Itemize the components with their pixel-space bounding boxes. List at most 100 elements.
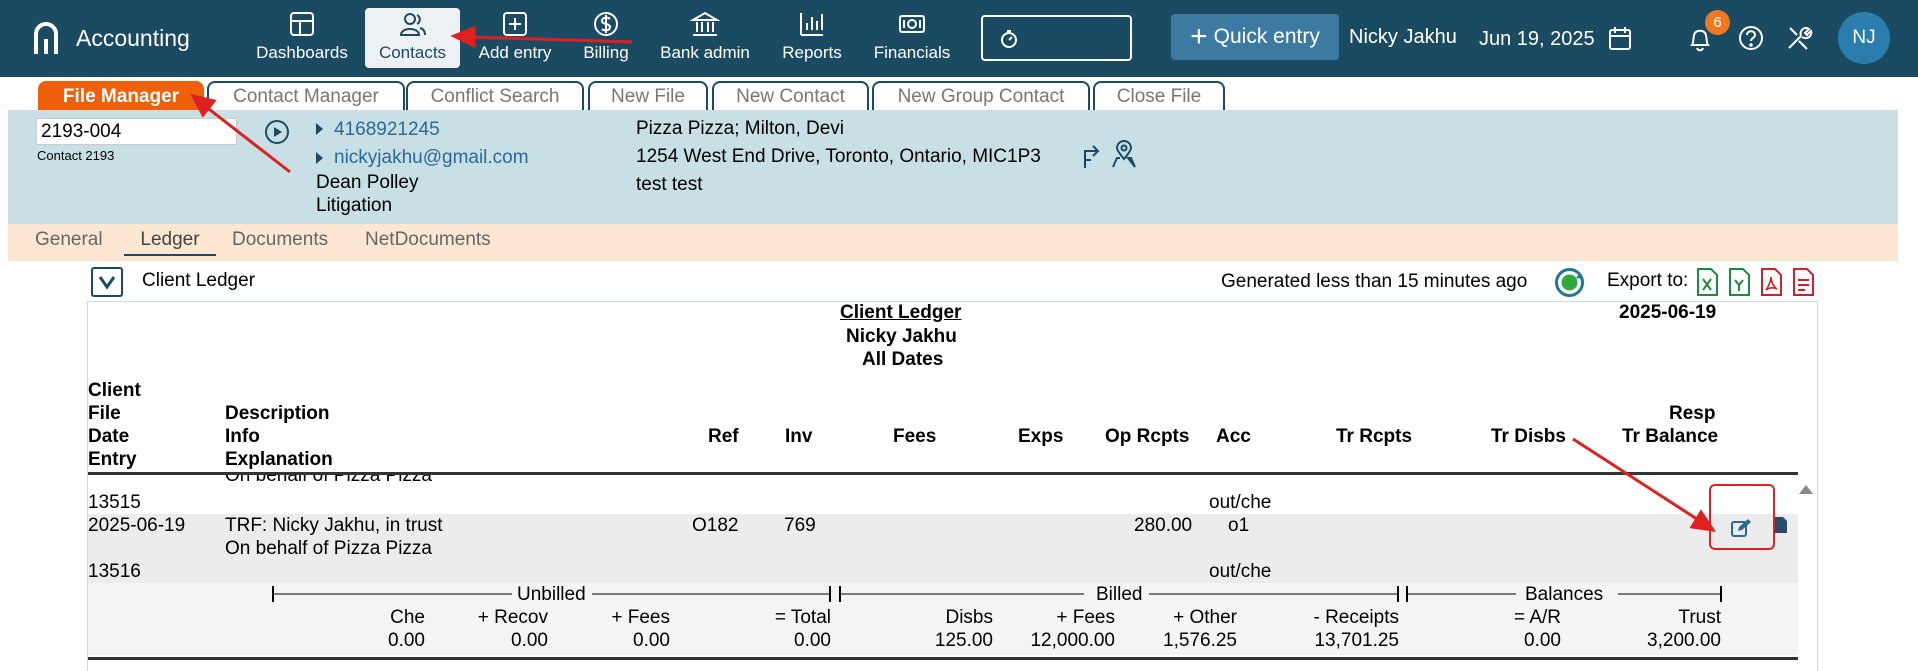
app-title: Accounting: [76, 24, 190, 51]
phone-link[interactable]: 4168921245: [334, 119, 440, 141]
dashboard-icon: [290, 12, 314, 36]
pdf-export-icon[interactable]: [1760, 268, 1783, 296]
excel-export-icon[interactable]: [1696, 268, 1719, 296]
nav-financials[interactable]: Financials: [868, 8, 956, 68]
col-header-fees: Fees: [893, 426, 937, 447]
summary-value-trust: 3,200.00: [1647, 630, 1721, 651]
summary-label-che: Che: [390, 607, 425, 628]
subtab-netdocuments[interactable]: NetDocuments: [365, 229, 491, 254]
summary-label-receipts: - Receipts: [1313, 607, 1399, 628]
row-ref: O182: [692, 515, 739, 536]
col-header-tr-rcpts: Tr Rcpts: [1336, 426, 1413, 447]
summary-label-ar: = A/R: [1514, 607, 1561, 628]
summary-label-other: + Other: [1173, 607, 1237, 628]
scroll-up-icon[interactable]: [1799, 485, 1813, 494]
current-date[interactable]: Jun 19, 2025: [1479, 28, 1595, 51]
collapse-toggle[interactable]: [91, 267, 123, 297]
summary-value-unbilled-fees: 0.00: [633, 630, 670, 651]
client-address: 1254 West End Drive, Toronto, Ontario, M…: [636, 146, 1041, 167]
report-client-name: Nicky Jakhu: [846, 326, 957, 347]
nav-add-entry[interactable]: Add entry: [474, 8, 556, 68]
subtab-ledger[interactable]: Ledger: [124, 229, 216, 256]
nav-bank-admin[interactable]: Bank admin: [655, 8, 755, 68]
col-header-tr-balance: Tr Balance: [1622, 426, 1719, 447]
row-entry: 13516: [88, 561, 141, 582]
summary-value-disbs: 125.00: [934, 630, 993, 651]
summary-label-trust: Trust: [1678, 607, 1721, 628]
csv-export-icon[interactable]: [1728, 268, 1751, 296]
timer-button[interactable]: [981, 15, 1132, 61]
ledger-title: Client Ledger: [142, 270, 256, 291]
dollar-icon: [594, 12, 618, 36]
row-acc: o1: [1228, 515, 1250, 536]
tools-icon[interactable]: [1785, 24, 1813, 52]
quick-entry-button[interactable]: + Quick entry: [1171, 14, 1339, 60]
report-title: Client Ledger: [840, 302, 962, 323]
row-acc: out/che: [1209, 492, 1272, 513]
nav-label: Billing: [583, 43, 629, 62]
nav-dashboards[interactable]: Dashboards: [250, 8, 354, 68]
nav-label: Financials: [873, 43, 951, 62]
user-name[interactable]: Nicky Jakhu: [1349, 26, 1457, 49]
pdf-alt-export-icon[interactable]: [1792, 268, 1815, 296]
plus-icon: +: [1190, 20, 1208, 53]
summary-label-disbs: Disbs: [945, 607, 993, 628]
subtab-documents[interactable]: Documents: [232, 229, 328, 254]
tab-new-file[interactable]: New File: [588, 81, 708, 110]
col-header-description: Description: [225, 403, 330, 424]
document-icon[interactable]: [1774, 516, 1788, 534]
brand[interactable]: Accounting: [30, 20, 190, 56]
row-acc-type: out/che: [1209, 561, 1272, 582]
nav-reports[interactable]: Reports: [772, 8, 852, 68]
client-name: Pizza Pizza; Milton, Devi: [636, 118, 845, 139]
nav-label: Contacts: [378, 43, 447, 62]
report-date-range: All Dates: [862, 349, 944, 370]
row-description: TRF: Nicky Jakhu, in trust: [225, 515, 443, 536]
add-entry-icon: [503, 12, 527, 36]
summary-label-recov: + Recov: [477, 607, 548, 628]
directions-icon[interactable]: [1081, 141, 1105, 170]
user-avatar[interactable]: NJ: [1838, 12, 1890, 64]
calendar-icon[interactable]: [1608, 25, 1632, 51]
tab-new-group-contact[interactable]: New Group Contact: [872, 81, 1090, 110]
contacts-icon: [399, 13, 426, 36]
help-icon[interactable]: [1737, 24, 1765, 52]
map-pin-icon[interactable]: [1110, 140, 1138, 169]
generated-status: Generated less than 15 minutes ago: [1221, 271, 1528, 292]
col-header-resp: Resp: [1669, 403, 1716, 424]
subtab-general[interactable]: General: [35, 229, 103, 254]
col-header-file: File: [88, 403, 121, 424]
row-info: On behalf of Pizza Pizza: [225, 538, 432, 559]
nav-label: Add entry: [478, 43, 552, 62]
expand-phone-icon[interactable]: [316, 123, 323, 135]
tab-close-file[interactable]: Close File: [1093, 81, 1225, 110]
play-icon[interactable]: [264, 119, 290, 145]
col-header-explanation: Explanation: [225, 449, 333, 470]
unbilled-label: Unbilled: [517, 584, 586, 605]
balances-label: Balances: [1525, 584, 1604, 605]
export-label: Export to:: [1607, 270, 1689, 291]
chevron-down-icon: [98, 276, 116, 290]
tab-conflict-search[interactable]: Conflict Search: [406, 81, 584, 110]
table-row-clip: On behalf of Pizza Pizza: [88, 475, 1798, 487]
app-logo-icon: [34, 22, 58, 54]
tab-contact-manager[interactable]: Contact Manager: [207, 81, 405, 110]
expand-email-icon[interactable]: [316, 152, 323, 164]
email-link[interactable]: nickyjakhu@gmail.com: [334, 147, 529, 169]
summary-value-ar: 0.00: [1524, 630, 1561, 651]
col-header-entry: Entry: [88, 449, 137, 470]
col-header-acc: Acc: [1216, 426, 1251, 447]
contact-label: Contact 2193: [37, 148, 115, 163]
col-header-inv: Inv: [785, 426, 813, 447]
summary-value-recov: 0.00: [511, 630, 548, 651]
summary-label-total: = Total: [774, 607, 831, 628]
nav-contacts[interactable]: Contacts: [365, 8, 460, 68]
file-number-input[interactable]: 2193-004: [36, 118, 237, 145]
tab-new-contact[interactable]: New Contact: [712, 81, 869, 110]
stopwatch-icon: [1001, 30, 1017, 48]
nav-billing[interactable]: Billing: [572, 8, 640, 68]
top-bar: Accounting Dashboards Contacts Add entry…: [0, 0, 1918, 77]
bank-icon: [690, 11, 720, 36]
refresh-icon[interactable]: [1554, 267, 1585, 298]
tab-file-manager[interactable]: File Manager: [38, 81, 204, 110]
